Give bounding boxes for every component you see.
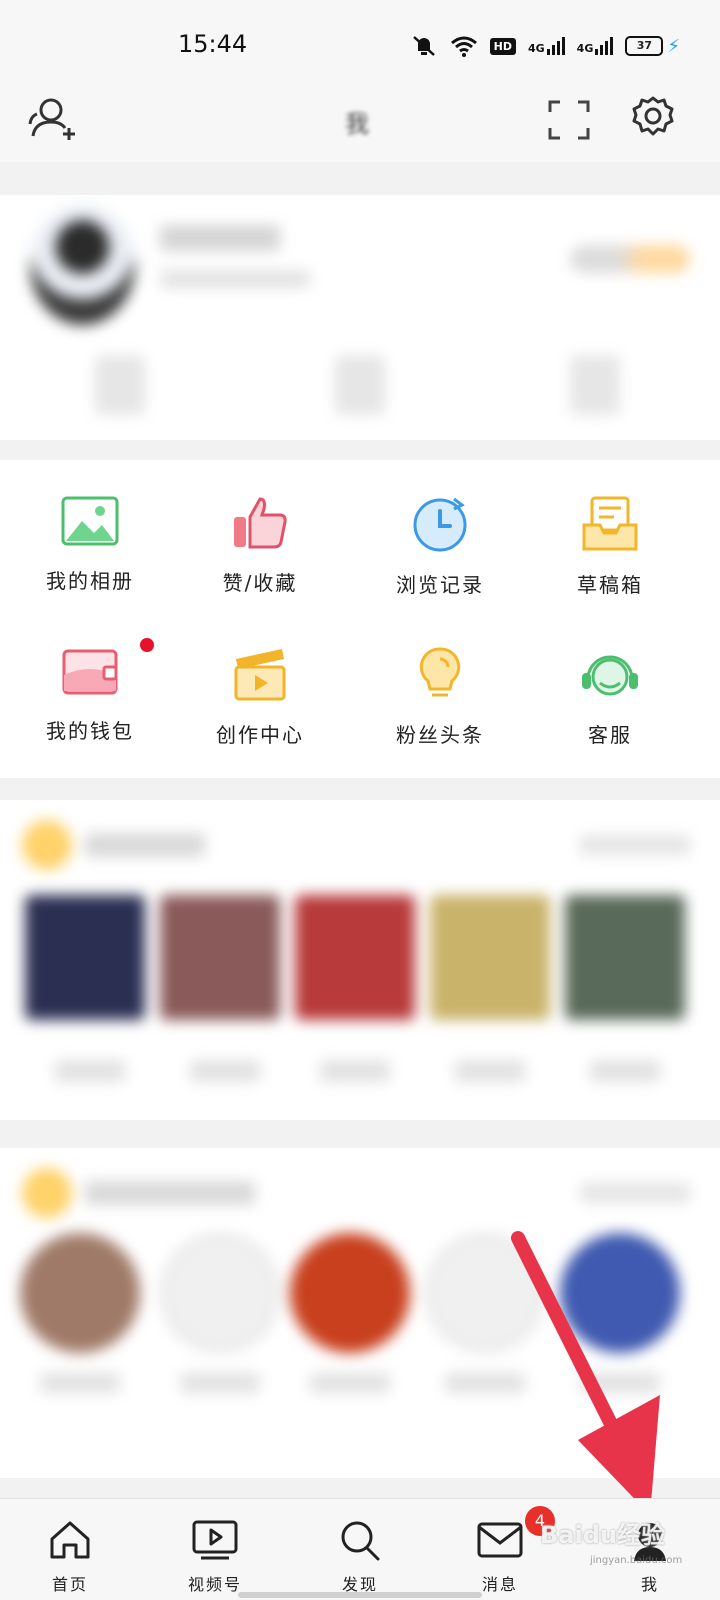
section-more-placeholder[interactable] [580, 1183, 690, 1203]
section-title-placeholder [85, 1181, 255, 1205]
grid-item-creator-center[interactable]: 创作中心 [170, 610, 350, 760]
video-thumb[interactable] [565, 895, 685, 1020]
signal-2-label: 4G [576, 42, 594, 55]
grid-item-label: 我的钱包 [46, 719, 134, 743]
search-icon [341, 1521, 380, 1561]
avatar-circle[interactable] [290, 1233, 410, 1353]
baidu-watermark: Baidu经验 [540, 1521, 665, 1549]
battery-indicator: 37 [625, 36, 664, 56]
hd-indicator: HD [489, 37, 516, 55]
signal-1-label: 4G [527, 42, 545, 55]
nav-item-home[interactable]: 首页 [20, 1519, 120, 1595]
profile-blur-layer [0, 195, 720, 440]
feature-grid: 我的相册 赞/收藏 浏览记录 草稿箱 我的钱包 创作中心 粉丝头条 客服 [0, 460, 720, 778]
section-more-placeholder[interactable] [580, 835, 690, 855]
nav-item-video-channel[interactable]: 视频号 [165, 1519, 265, 1595]
thumb-caption-placeholder [590, 1060, 660, 1082]
top-bar: 我 [0, 90, 720, 162]
thumbs-up-icon [234, 497, 287, 549]
thumb-caption-placeholder [55, 1060, 125, 1082]
profile-card[interactable] [0, 195, 720, 440]
grid-item-label: 我的相册 [46, 569, 134, 593]
grid-item-label: 客服 [588, 723, 632, 747]
avatar-caption-placeholder [310, 1373, 390, 1393]
scan-icon[interactable] [548, 100, 590, 140]
photo-album-icon [61, 496, 119, 546]
signal-2: 4G [577, 37, 614, 55]
mute-bell-icon [412, 36, 435, 56]
home-icon [50, 1521, 90, 1559]
status-time: 15:44 [178, 30, 248, 58]
avatar[interactable] [30, 205, 135, 325]
avatar-circle[interactable] [20, 1233, 140, 1353]
stat-placeholder[interactable] [335, 355, 385, 415]
video-thumb[interactable] [160, 895, 280, 1020]
charging-icon: ⚡ [667, 35, 680, 57]
stat-placeholder[interactable] [95, 355, 145, 415]
signal-1: 4G [528, 37, 565, 55]
home-indicator[interactable] [238, 1592, 482, 1598]
section-title-placeholder [85, 833, 205, 857]
nav-item-discover[interactable]: 发现 [310, 1519, 410, 1595]
grid-item-history[interactable]: 浏览记录 [350, 460, 530, 610]
grid-item-likes[interactable]: 赞/收藏 [170, 460, 350, 610]
video-channel-icon [192, 1520, 238, 1560]
red-arrow-annotation [511, 1231, 660, 1515]
section-icon [22, 820, 72, 870]
video-thumb[interactable] [295, 895, 415, 1020]
draft-box-icon [582, 496, 638, 551]
section-icon [22, 1168, 72, 1218]
avatar-caption-placeholder [180, 1373, 260, 1393]
thumb-caption-placeholder [190, 1060, 260, 1082]
wallet-icon [62, 649, 118, 695]
wifi-icon [450, 36, 477, 57]
headset-icon [582, 655, 638, 696]
status-icons: HD 4G 4G 37 ⚡ [410, 34, 680, 58]
thumb-caption-placeholder [455, 1060, 525, 1082]
avatar-circle[interactable] [160, 1233, 280, 1353]
stat-placeholder[interactable] [570, 355, 620, 415]
grid-item-drafts[interactable]: 草稿箱 [520, 460, 700, 610]
grid-item-label: 创作中心 [216, 723, 304, 747]
page-title: 我 [345, 110, 369, 138]
section-blur-layer [0, 800, 720, 1120]
nav-label: 消息 [481, 1575, 518, 1594]
grid-item-wallet[interactable]: 我的钱包 [0, 610, 180, 760]
profile-subtitle-placeholder [160, 270, 310, 288]
grid-item-album[interactable]: 我的相册 [0, 460, 180, 610]
lightbulb-icon [419, 647, 461, 697]
video-thumb[interactable] [430, 895, 550, 1020]
add-friend-icon[interactable] [25, 94, 81, 144]
nav-label: 首页 [51, 1575, 88, 1594]
settings-gear-icon[interactable] [630, 94, 676, 140]
nav-label: 视频号 [187, 1575, 242, 1594]
recommend-section [0, 800, 720, 1120]
avatar-caption-placeholder [40, 1373, 120, 1393]
clapperboard-icon [234, 649, 286, 701]
grid-item-label: 赞/收藏 [222, 571, 298, 595]
status-bar: 15:44 HD 4G 4G 37 ⚡ [0, 0, 720, 90]
mail-icon [477, 1522, 523, 1558]
nickname-placeholder [160, 225, 280, 251]
grid-item-customer-service[interactable]: 客服 [520, 610, 700, 760]
video-thumb[interactable] [25, 895, 145, 1020]
grid-item-label: 草稿箱 [577, 573, 643, 597]
wallet-notification-dot [140, 638, 154, 652]
grid-item-fan-headlines[interactable]: 粉丝头条 [350, 610, 530, 760]
grid-item-label: 浏览记录 [396, 573, 484, 597]
baidu-watermark-url: jingyan.baidu.com [590, 1555, 683, 1566]
nav-label: 我 [640, 1575, 659, 1594]
thumb-caption-placeholder [320, 1060, 390, 1082]
vip-badge-placeholder[interactable] [570, 245, 690, 273]
grid-item-label: 粉丝头条 [396, 723, 484, 747]
history-clock-icon [413, 497, 467, 552]
